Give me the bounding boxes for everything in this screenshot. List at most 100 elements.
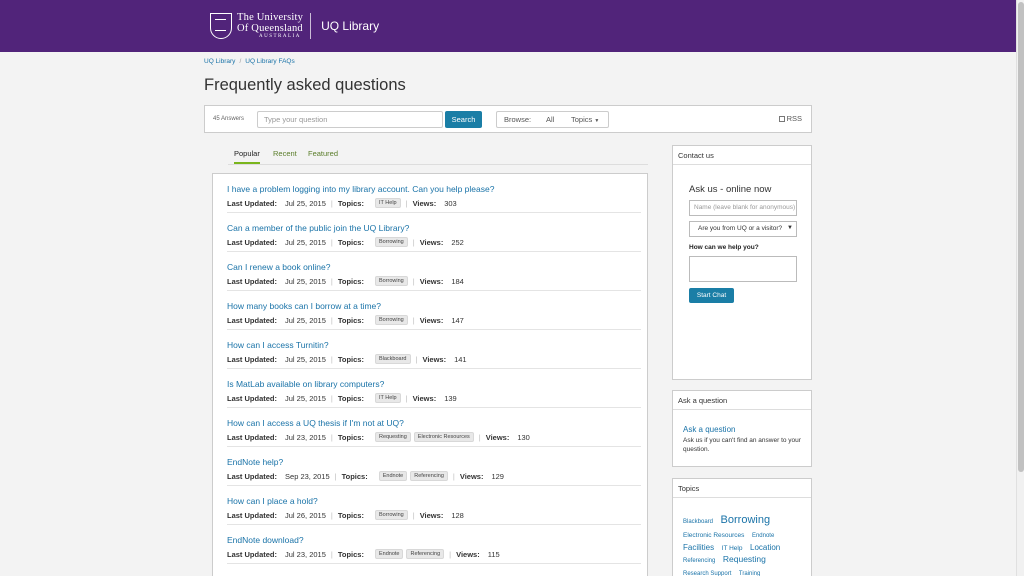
faq-item: How many books can I borrow at a time? La… bbox=[227, 291, 641, 330]
faq-meta: Last Updated: Jul 25, 2015 | Topics: IT Help… bbox=[227, 198, 457, 208]
topic-tag[interactable]: IT Help bbox=[374, 198, 401, 208]
page-title: Frequently asked questions bbox=[204, 76, 406, 94]
topic-cloud-link[interactable]: IT Help bbox=[722, 545, 743, 552]
topic-tag[interactable]: Blackboard bbox=[374, 354, 411, 364]
topic-tag[interactable]: Referencing bbox=[410, 471, 448, 481]
views-count: 130 bbox=[517, 432, 530, 442]
faq-meta: Last Updated: Jul 23, 2015 | Topics: Request… bbox=[227, 432, 530, 442]
tab-featured[interactable]: Featured bbox=[308, 149, 338, 158]
topic-tag[interactable]: IT Help bbox=[374, 393, 401, 403]
rss-link[interactable]: RSS bbox=[778, 114, 802, 123]
ask-question-link[interactable]: Ask a question bbox=[683, 425, 735, 434]
topics-label: Topics: bbox=[337, 432, 364, 442]
visitor-select-value: Are you from UQ or a visitor? bbox=[698, 225, 783, 232]
last-updated-label: Last Updated: bbox=[227, 237, 278, 247]
topic-tag[interactable]: Referencing bbox=[406, 549, 445, 559]
contact-panel: Contact us Ask us - online now Name (lea… bbox=[672, 145, 812, 380]
topic-tag[interactable]: Borrowing bbox=[374, 276, 408, 286]
last-updated-date: Jul 23, 2015 bbox=[285, 549, 326, 559]
faq-question-link[interactable]: How many books can I borrow at a time? bbox=[227, 301, 381, 311]
topic-cloud-link[interactable]: Endnote bbox=[752, 533, 774, 539]
meta-separator: | bbox=[415, 354, 418, 364]
views-count: 128 bbox=[451, 510, 464, 520]
topic-tag[interactable]: Electronic Resources bbox=[413, 432, 474, 442]
topic-cloud-link[interactable]: Location bbox=[750, 543, 780, 552]
faq-meta: Last Updated: Jul 25, 2015 | Topics: Blackbo… bbox=[227, 354, 467, 364]
topic-cloud-link[interactable]: Requesting bbox=[723, 554, 766, 564]
topics-label: Topics: bbox=[337, 237, 364, 247]
topic-tag[interactable]: Endnote bbox=[378, 471, 408, 481]
faq-question-link[interactable]: I have a problem logging into my library… bbox=[227, 184, 494, 194]
topic-cloud-link[interactable]: Referencing bbox=[683, 558, 715, 564]
views-label: Views: bbox=[485, 432, 510, 442]
faq-question-link[interactable]: Is MatLab available on library computers… bbox=[227, 379, 384, 389]
visitor-select[interactable]: Are you from UQ or a visitor? ▼ bbox=[689, 221, 797, 237]
uni-line-3: AUSTRALIA bbox=[259, 34, 301, 40]
breadcrumb-uq-library[interactable]: UQ Library bbox=[204, 58, 235, 65]
topic-cloud-link[interactable]: Borrowing bbox=[721, 514, 771, 526]
topic-tag[interactable]: Endnote bbox=[374, 549, 404, 559]
topic-tag[interactable]: Borrowing bbox=[374, 315, 408, 325]
topic-cloud-link[interactable]: Research Support bbox=[683, 571, 731, 576]
faq-question-link[interactable]: Can a member of the public join the UQ L… bbox=[227, 223, 409, 233]
browse-group: Browse: All Topics ▼ bbox=[496, 111, 609, 128]
last-updated-label: Last Updated: bbox=[227, 432, 278, 442]
university-name: The University Of Queensland AUSTRALIA bbox=[237, 12, 303, 39]
faq-question-link[interactable]: How can I access a UQ thesis if I'm not … bbox=[227, 418, 404, 428]
meta-separator: | bbox=[330, 393, 333, 403]
views-label: Views: bbox=[412, 393, 437, 403]
name-input[interactable]: Name (leave blank for anonymous) bbox=[689, 200, 797, 216]
topic-tag[interactable]: Borrowing bbox=[374, 510, 408, 520]
topic-tag[interactable]: Requesting bbox=[374, 432, 411, 442]
meta-separator: | bbox=[330, 354, 333, 364]
topics-panel: Topics Blackboard Borrowing Electronic R… bbox=[672, 478, 812, 576]
tab-popular[interactable]: Popular bbox=[234, 149, 260, 164]
views-label: Views: bbox=[419, 315, 444, 325]
scrollbar-thumb[interactable] bbox=[1018, 2, 1024, 472]
search-input[interactable]: Type your question bbox=[257, 111, 443, 128]
uq-logo[interactable]: The University Of Queensland AUSTRALIA U… bbox=[210, 12, 379, 40]
views-label: Views: bbox=[422, 354, 447, 364]
faq-meta: Last Updated: Jul 25, 2015 | Topics: Borrowi… bbox=[227, 237, 464, 247]
browse-all-button[interactable]: All bbox=[546, 115, 554, 124]
tab-recent[interactable]: Recent bbox=[273, 149, 297, 158]
faq-question-link[interactable]: EndNote help? bbox=[227, 457, 283, 467]
topic-cloud-link[interactable]: Training bbox=[739, 571, 760, 576]
topic-cloud-link[interactable]: Facilities bbox=[683, 543, 714, 552]
faq-tabs: Popular Recent Featured bbox=[228, 149, 648, 165]
topic-cloud-link[interactable]: Electronic Resources bbox=[683, 532, 744, 539]
faq-item: Can a member of the public join the UQ L… bbox=[227, 213, 641, 252]
ask-question-description: Ask us if you can't find an answer to yo… bbox=[683, 437, 801, 454]
library-name-link[interactable]: UQ Library bbox=[321, 19, 379, 33]
views-label: Views: bbox=[419, 276, 444, 286]
topics-label: Topics: bbox=[337, 276, 364, 286]
topics-label: Topics: bbox=[337, 549, 364, 559]
start-chat-button[interactable]: Start Chat bbox=[689, 288, 734, 303]
browse-label: Browse: bbox=[504, 115, 532, 124]
last-updated-label: Last Updated: bbox=[227, 276, 278, 286]
meta-separator: | bbox=[412, 237, 415, 247]
last-updated-label: Last Updated: bbox=[227, 393, 278, 403]
faq-question-link[interactable]: How can I access Turnitin? bbox=[227, 340, 329, 350]
faq-item: How can I access Turnitin? Last Updated: J… bbox=[227, 330, 641, 369]
views-label: Views: bbox=[412, 198, 437, 208]
faq-item: How can I place a hold? Last Updated: Jul … bbox=[227, 486, 641, 525]
topic-cloud: Blackboard Borrowing Electronic Resource… bbox=[683, 513, 807, 576]
views-label: Views: bbox=[456, 549, 480, 559]
search-button[interactable]: Search bbox=[445, 111, 482, 128]
last-updated-date: Jul 25, 2015 bbox=[285, 354, 326, 364]
faq-question-link[interactable]: How can I place a hold? bbox=[227, 496, 318, 506]
browse-topics-dropdown[interactable]: Topics ▼ bbox=[571, 115, 599, 124]
meta-separator: | bbox=[412, 315, 415, 325]
topic-cloud-link[interactable]: Blackboard bbox=[683, 519, 713, 525]
topic-tag[interactable]: Borrowing bbox=[374, 237, 408, 247]
breadcrumb-faqs[interactable]: UQ Library FAQs bbox=[245, 58, 294, 65]
meta-separator: | bbox=[405, 198, 408, 208]
faq-question-link[interactable]: Can I renew a book online? bbox=[227, 262, 331, 272]
faq-question-link[interactable]: EndNote download? bbox=[227, 535, 304, 545]
help-textarea[interactable] bbox=[689, 256, 797, 282]
meta-separator: | bbox=[412, 276, 415, 286]
ask-online-title: Ask us - online now bbox=[689, 184, 772, 195]
views-count: 141 bbox=[454, 354, 467, 364]
page-scrollbar[interactable] bbox=[1016, 0, 1024, 576]
